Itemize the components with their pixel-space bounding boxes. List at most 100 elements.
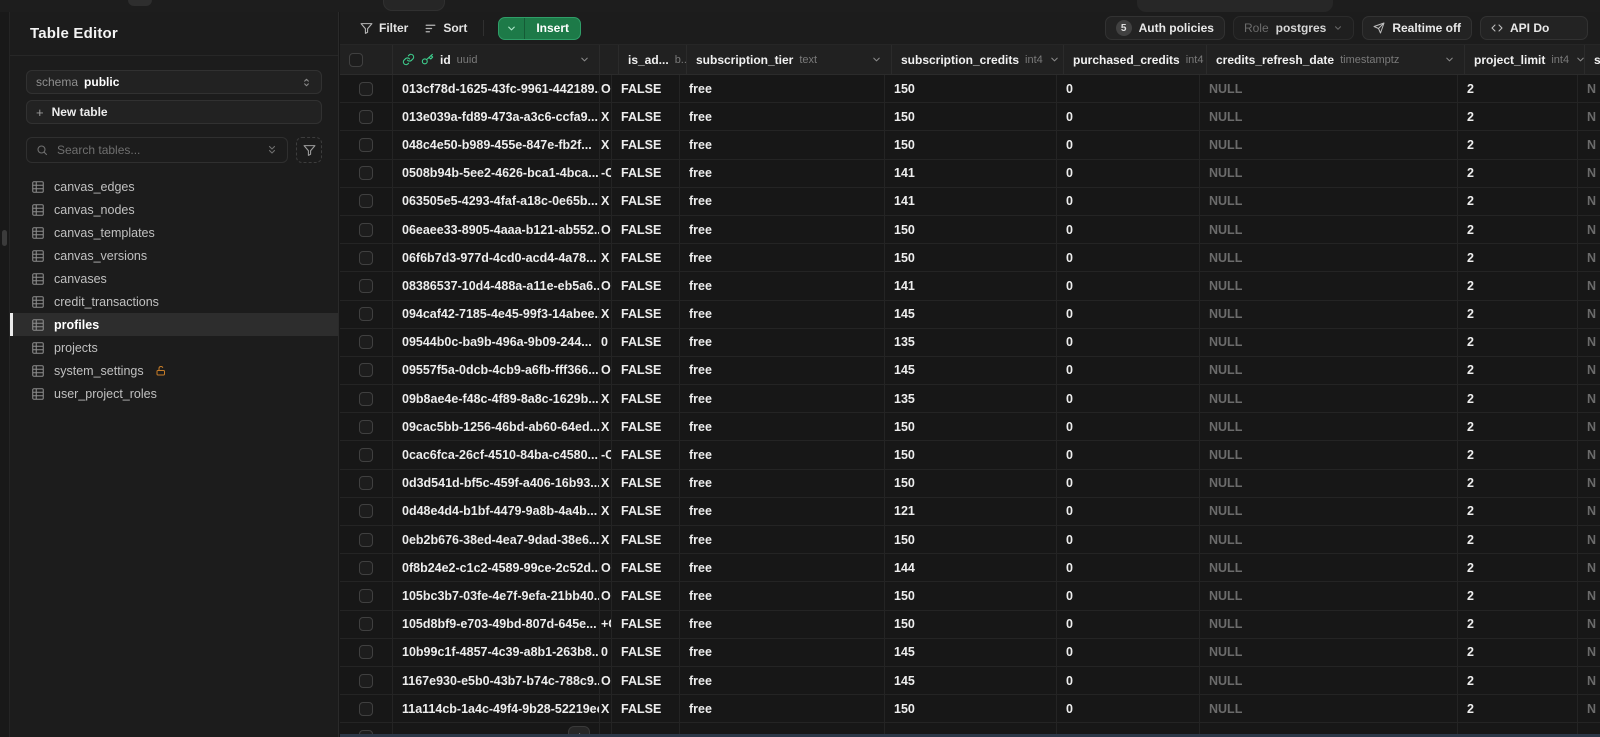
row-checkbox[interactable] — [359, 476, 373, 491]
cell-subscription-extra[interactable]: N — [1578, 441, 1600, 468]
cell-purchased-credits[interactable]: 0 — [1057, 526, 1200, 554]
cell-subscription-credits[interactable]: 150 — [885, 469, 1057, 497]
cell-purchased-credits[interactable]: 0 — [1057, 695, 1200, 723]
cell-credits-refresh-date[interactable]: NULL — [1200, 695, 1458, 723]
cell-subscription-tier[interactable]: free — [680, 554, 885, 582]
insert-button[interactable]: Insert — [498, 16, 582, 40]
row-checkbox[interactable] — [359, 307, 373, 322]
row-checkbox[interactable] — [359, 109, 373, 124]
cell-id[interactable]: 0cac6fca-26cf-4510-84ba-c4580... — [393, 441, 600, 469]
cell-subscription-tier[interactable]: free — [680, 441, 885, 469]
cell-subscription-credits[interactable]: 121 — [885, 497, 1057, 525]
cell-subscription-tier[interactable]: free — [680, 413, 885, 441]
cell-project-limit[interactable]: 2 — [1458, 103, 1578, 131]
cell-purchased-credits[interactable]: 0 — [1057, 75, 1200, 103]
cell-purchased-credits[interactable]: 0 — [1057, 328, 1200, 356]
select-all-checkbox[interactable] — [349, 52, 363, 67]
cell-clipped[interactable]: X — [600, 300, 612, 328]
cell-credits-refresh-date[interactable]: NULL — [1200, 469, 1458, 497]
cell-clipped[interactable]: O — [600, 272, 612, 300]
filter-tables-button[interactable] — [296, 137, 322, 163]
cell-subscription-tier[interactable]: free — [680, 582, 885, 610]
cell-subscription-tier[interactable]: free — [680, 497, 885, 525]
cell-project-limit[interactable]: 2 — [1458, 272, 1578, 300]
cell-clipped[interactable]: 0 — [600, 328, 612, 356]
schema-select[interactable]: schema public — [26, 70, 322, 94]
cell-id[interactable]: 063505e5-4293-4faf-a18c-0e65b... — [393, 187, 600, 215]
cell-clipped[interactable]: X — [600, 131, 612, 159]
row-checkbox[interactable] — [359, 363, 373, 378]
cell-is-admin[interactable]: FALSE — [612, 610, 680, 638]
cell-subscription-credits[interactable]: 150 — [885, 103, 1057, 131]
cell-id[interactable]: 06eaee33-8905-4aaa-b121-ab552... — [393, 215, 600, 244]
cell-clipped[interactable]: O — [600, 582, 612, 610]
chevron-down-icon[interactable] — [1575, 54, 1584, 65]
cell-id[interactable]: 09544b0c-ba9b-496a-9b09-244... — [393, 328, 600, 356]
cell-subscription-credits[interactable]: 145 — [885, 356, 1057, 385]
cell-project-limit[interactable]: 2 — [1458, 75, 1578, 103]
sort-button[interactable]: Sort — [416, 16, 475, 40]
cell-is-admin[interactable]: FALSE — [612, 272, 680, 300]
cell-project-limit[interactable]: 2 — [1458, 526, 1578, 554]
sidebar-item-canvases[interactable]: canvases — [10, 267, 338, 290]
cell-clipped[interactable]: X — [600, 244, 612, 272]
cell-subscription-extra[interactable]: N — [1578, 160, 1600, 187]
cell-purchased-credits[interactable]: 0 — [1057, 610, 1200, 638]
cell-purchased-credits[interactable]: 0 — [1057, 554, 1200, 582]
cell-is-admin[interactable]: FALSE — [612, 385, 680, 413]
cell-purchased-credits[interactable]: 0 — [1057, 413, 1200, 441]
cell-is-admin[interactable]: FALSE — [612, 413, 680, 441]
cell-clipped[interactable]: O — [600, 75, 612, 103]
cell-credits-refresh-date[interactable]: NULL — [1200, 75, 1458, 103]
cell-purchased-credits[interactable]: 0 — [1057, 131, 1200, 159]
cell-subscription-credits[interactable]: 145 — [885, 300, 1057, 328]
cell-is-admin[interactable]: FALSE — [612, 75, 680, 103]
cell-is-admin[interactable]: FALSE — [612, 582, 680, 610]
row-checkbox[interactable] — [359, 673, 373, 688]
row-checkbox[interactable] — [359, 645, 373, 660]
row-checkbox[interactable] — [359, 250, 373, 265]
sidebar-item-profiles[interactable]: profiles — [10, 313, 338, 336]
chevron-down-icon[interactable] — [499, 17, 526, 39]
cell-clipped[interactable]: X — [600, 497, 612, 525]
cell-subscription-tier[interactable]: free — [680, 75, 885, 103]
cell-credits-refresh-date[interactable]: NULL — [1200, 526, 1458, 554]
row-checkbox[interactable] — [359, 532, 373, 547]
cell-is-admin[interactable]: FALSE — [612, 554, 680, 582]
cell-subscription-credits[interactable]: 141 — [885, 187, 1057, 215]
filter-button[interactable]: Filter — [352, 16, 416, 40]
cell-is-admin[interactable]: FALSE — [612, 244, 680, 272]
cell-subscription-extra[interactable]: N — [1578, 188, 1600, 215]
row-checkbox[interactable] — [359, 588, 373, 603]
cell-subscription-credits[interactable]: 135 — [885, 385, 1057, 413]
cell-id[interactable]: 048c4e50-b989-455e-847e-fb2f... — [393, 131, 600, 159]
cell-subscription-credits[interactable]: 135 — [885, 328, 1057, 356]
row-checkbox[interactable] — [359, 166, 373, 181]
cell-subscription-extra[interactable]: N — [1578, 301, 1600, 328]
cell-subscription-tier[interactable]: free — [680, 131, 885, 159]
cell-is-admin[interactable]: FALSE — [612, 103, 680, 131]
cell-is-admin[interactable]: FALSE — [612, 328, 680, 356]
column-header-is_admin[interactable]: is_ad... b... — [619, 45, 687, 74]
cell-subscription-tier[interactable]: free — [680, 103, 885, 131]
sidebar-item-system_settings[interactable]: system_settings — [10, 359, 338, 382]
cell-credits-refresh-date[interactable]: NULL — [1200, 441, 1458, 469]
cell-purchased-credits[interactable]: 0 — [1057, 272, 1200, 300]
cell-project-limit[interactable]: 2 — [1458, 413, 1578, 441]
cell-subscription-credits[interactable]: 150 — [885, 215, 1057, 244]
search-tables-input[interactable] — [55, 142, 259, 158]
cell-subscription-tier[interactable]: free — [680, 159, 885, 187]
cell-subscription-extra[interactable]: N — [1578, 498, 1600, 525]
cell-clipped[interactable]: X — [600, 469, 612, 497]
cell-subscription-extra[interactable]: N — [1578, 582, 1600, 609]
cell-credits-refresh-date[interactable]: NULL — [1200, 131, 1458, 159]
cell-subscription-extra[interactable]: N — [1578, 329, 1600, 356]
sidebar-item-canvas_edges[interactable]: canvas_edges — [10, 175, 338, 198]
cell-credits-refresh-date[interactable]: NULL — [1200, 497, 1458, 525]
cell-subscription-credits[interactable]: 150 — [885, 695, 1057, 723]
row-checkbox[interactable] — [359, 137, 373, 152]
cell-subscription-extra[interactable]: N — [1578, 272, 1600, 299]
cell-id[interactable]: 09557f5a-0dcb-4cb9-a6fb-fff366... — [393, 356, 600, 385]
cell-subscription-tier[interactable]: free — [680, 244, 885, 272]
cell-purchased-credits[interactable]: 0 — [1057, 103, 1200, 131]
